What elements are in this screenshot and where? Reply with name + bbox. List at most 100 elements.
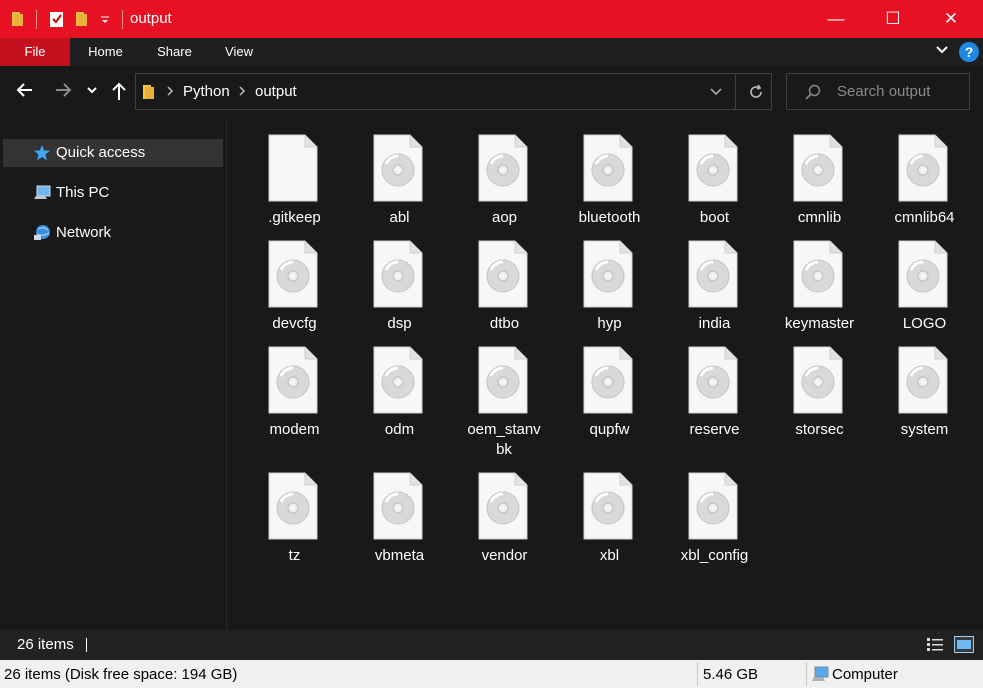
- file-item[interactable]: oem_stanvbk: [452, 346, 557, 458]
- file-item[interactable]: vendor: [452, 472, 557, 572]
- file-name: dtbo: [489, 315, 520, 332]
- file-name: dsp: [387, 315, 412, 332]
- maximize-button[interactable]: ☐: [867, 0, 919, 38]
- large-icons-view-icon[interactable]: [954, 636, 974, 653]
- back-icon[interactable]: [15, 80, 35, 100]
- sidebar-item-network[interactable]: Network: [3, 219, 223, 247]
- disc-image-file-icon: [583, 346, 633, 414]
- file-item[interactable]: bluetooth: [557, 134, 662, 234]
- disc-image-file-icon: [688, 346, 738, 414]
- minimize-button[interactable]: —: [810, 0, 862, 38]
- folder-icon: [12, 12, 23, 26]
- tab-home[interactable]: Home: [78, 38, 133, 66]
- address-bar[interactable]: Python output: [135, 73, 772, 110]
- refresh-icon[interactable]: [747, 83, 765, 101]
- close-button[interactable]: ✕: [925, 0, 977, 38]
- details-view-icon[interactable]: [926, 636, 944, 653]
- network-icon: [34, 225, 50, 240]
- details-status-bar: 26 items (Disk free space: 194 GB) 5.46 …: [0, 660, 983, 688]
- disc-image-file-icon: [373, 240, 423, 308]
- status-bar: 26 items: [0, 630, 983, 660]
- blank-file-icon: [268, 134, 318, 202]
- new-folder-icon[interactable]: [74, 10, 90, 28]
- item-count: 26 items: [17, 636, 74, 653]
- file-item[interactable]: reserve: [662, 346, 767, 446]
- status-divider: [806, 662, 807, 686]
- file-item[interactable]: odm: [347, 346, 452, 446]
- file-item[interactable]: xbl_config: [662, 472, 767, 572]
- disc-image-file-icon: [268, 472, 318, 540]
- file-item[interactable]: hyp: [557, 240, 662, 340]
- disc-image-file-icon: [793, 134, 843, 202]
- file-name: hyp: [597, 315, 622, 332]
- disc-image-file-icon: [688, 134, 738, 202]
- disc-image-file-icon: [373, 346, 423, 414]
- disc-image-file-icon: [268, 346, 318, 414]
- file-item[interactable]: tz: [242, 472, 347, 572]
- file-item[interactable]: dsp: [347, 240, 452, 340]
- breadcrumb-chevron-icon[interactable]: [166, 86, 174, 96]
- file-name: abl: [389, 209, 410, 226]
- search-icon: [805, 84, 821, 100]
- customize-toolbar-icon[interactable]: [99, 10, 111, 28]
- breadcrumb-output[interactable]: output: [255, 83, 297, 100]
- disc-image-file-icon: [478, 472, 528, 540]
- disc-image-file-icon: [898, 134, 948, 202]
- file-item[interactable]: xbl: [557, 472, 662, 572]
- help-button[interactable]: ?: [959, 42, 979, 62]
- breadcrumb-python[interactable]: Python: [183, 83, 230, 100]
- tab-view[interactable]: View: [214, 38, 264, 66]
- sidebar-item-label: Network: [56, 224, 112, 241]
- file-item[interactable]: .gitkeep: [242, 134, 347, 234]
- address-history-icon[interactable]: [709, 87, 723, 97]
- expand-ribbon-icon[interactable]: [935, 43, 949, 57]
- title-separator: [36, 10, 37, 29]
- file-item[interactable]: LOGO: [872, 240, 977, 340]
- zone-location: Computer: [832, 666, 898, 683]
- file-list: .gitkeep abl aop bluetooth boot cmnlib cmnlib6…: [226, 118, 983, 630]
- tab-share[interactable]: Share: [147, 38, 202, 66]
- file-name: LOGO: [902, 315, 947, 332]
- search-box[interactable]: Search output: [786, 73, 970, 110]
- breadcrumb-chevron-icon[interactable]: [238, 86, 246, 96]
- file-name: reserve: [689, 421, 740, 438]
- file-name: aop: [491, 209, 518, 226]
- recent-locations-icon[interactable]: [86, 84, 98, 96]
- properties-icon[interactable]: [49, 10, 65, 28]
- file-name: modem: [269, 421, 320, 438]
- file-name: storsec: [795, 421, 844, 438]
- file-name: qupfw: [589, 421, 630, 438]
- file-item[interactable]: abl: [347, 134, 452, 234]
- file-item[interactable]: vbmeta: [347, 472, 452, 572]
- file-item[interactable]: storsec: [767, 346, 872, 446]
- file-name: .gitkeep: [268, 209, 321, 226]
- disc-image-file-icon: [478, 240, 528, 308]
- file-item[interactable]: dtbo: [452, 240, 557, 340]
- disc-image-file-icon: [478, 346, 528, 414]
- file-name: devcfg: [272, 315, 317, 332]
- search-input[interactable]: Search output: [837, 83, 930, 100]
- file-item[interactable]: modem: [242, 346, 347, 446]
- file-item[interactable]: cmnlib: [767, 134, 872, 234]
- file-name: xbl: [599, 547, 620, 564]
- file-item[interactable]: boot: [662, 134, 767, 234]
- computer-icon: [34, 185, 51, 199]
- disc-image-file-icon: [478, 134, 528, 202]
- file-item[interactable]: system: [872, 346, 977, 446]
- file-item[interactable]: india: [662, 240, 767, 340]
- window-title: output: [130, 10, 172, 27]
- ribbon-tabs: File Home Share View ?: [0, 38, 983, 138]
- file-item[interactable]: cmnlib64: [872, 134, 977, 234]
- address-divider: [735, 74, 736, 109]
- sidebar-item-quick-access[interactable]: Quick access: [3, 139, 223, 167]
- file-item[interactable]: devcfg: [242, 240, 347, 340]
- sidebar-item-this-pc[interactable]: This PC: [3, 179, 223, 207]
- file-name: boot: [699, 209, 730, 226]
- disc-image-file-icon: [898, 240, 948, 308]
- file-item[interactable]: qupfw: [557, 346, 662, 446]
- file-item[interactable]: aop: [452, 134, 557, 234]
- disc-image-file-icon: [373, 134, 423, 202]
- forward-icon[interactable]: [53, 80, 73, 100]
- file-item[interactable]: keymaster: [767, 240, 872, 340]
- up-icon[interactable]: [109, 80, 129, 102]
